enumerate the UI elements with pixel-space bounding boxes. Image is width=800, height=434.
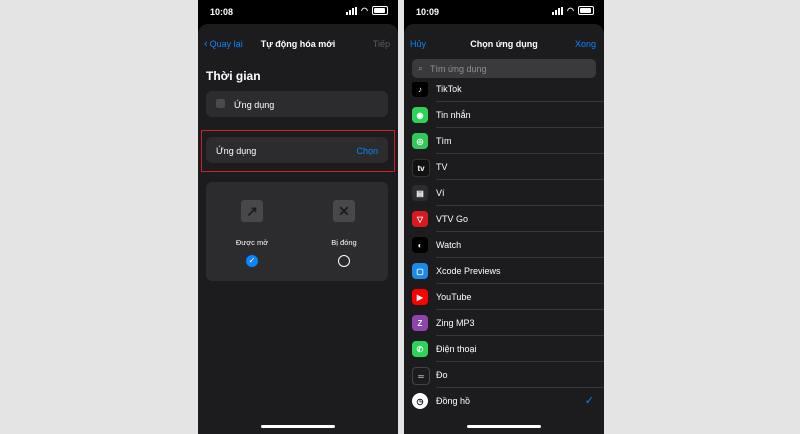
nav-bar: Hủy Chọn ứng dụng Xong [404,30,604,58]
xcode-previews-icon: ▢ [412,263,428,279]
list-item[interactable]: Z Zing MP3 [404,310,604,336]
trigger-app-label: Ứng dụng [234,100,275,110]
cellular-signal-icon [552,6,564,15]
find-my-icon: ◎ [412,133,428,149]
app-placeholder-icon [216,99,225,108]
home-indicator [467,425,541,428]
phone-screen-automation: 10:08 ◠ ‹ Quay lại Tự động hóa mới Tiếp … [198,0,398,434]
section-title: Thời gian [206,69,261,83]
search-placeholder: Tìm ứng dụng [430,64,487,74]
list-item[interactable]: ▢ Xcode Previews [404,258,604,284]
apple-tv-icon: tv [412,159,430,177]
measure-icon: ═ [412,367,430,385]
vtv-go-icon: ▽ [412,211,428,227]
watch-icon: ◐ [412,237,428,253]
done-button[interactable]: Xong [575,39,596,49]
radio-unchecked-icon[interactable] [338,255,350,267]
radio-checked-icon[interactable]: ✓ [246,255,258,267]
list-item[interactable]: ◎ Tìm [404,128,604,154]
app-picker-label: Ứng dụng [216,146,257,156]
wallet-icon: ▤ [412,185,428,201]
phone-icon: ✆ [412,341,428,357]
app-picker-row[interactable]: Ứng dụng Chọn [206,137,388,163]
list-item-selected[interactable]: ◷ Đồng hồ ✓ [404,388,604,414]
home-indicator [261,425,335,428]
next-button[interactable]: Tiếp [373,39,390,49]
list-item[interactable]: ✆ Điện thoại [404,336,604,362]
choose-button[interactable]: Chọn [356,146,378,156]
trigger-app-card[interactable]: Ứng dụng [206,91,388,117]
list-item[interactable]: ▶ YouTube [404,284,604,310]
state-label: Được mở [235,238,269,247]
list-item[interactable]: ◉ Tin nhắn [404,102,604,128]
checkmark-icon: ✓ [584,395,594,407]
search-icon: ⌕ [418,63,424,73]
status-time: 10:09 [416,7,440,17]
back-label: Quay lại [209,39,243,49]
cellular-signal-icon [346,6,358,15]
battery-icon [578,6,594,15]
list-item[interactable]: ▤ Ví [404,180,604,206]
battery-icon [372,6,388,15]
list-item[interactable]: tv TV [404,154,604,180]
app-list: ♪ TikTok ◉ Tin nhắn ◎ Tìm tv TV ▤ Ví ▽ V… [404,82,604,434]
list-item[interactable]: ♪ TikTok [404,82,604,102]
state-option-opened[interactable]: ↗ Được mở ✓ [222,200,282,267]
clock-icon: ◷ [412,393,428,409]
modal-sheet: Hủy Chọn ứng dụng Xong ⌕ Tìm ứng dụng ♪ … [404,24,604,434]
status-time: 10:08 [210,7,234,17]
wifi-icon: ◠ [567,5,574,15]
status-bar: 10:08 ◠ [198,0,398,22]
back-button[interactable]: ‹ Quay lại [204,37,243,50]
search-input[interactable]: ⌕ Tìm ứng dụng [412,59,596,78]
status-bar: 10:09 ◠ [404,0,604,22]
wifi-icon: ◠ [361,5,368,15]
list-item[interactable]: ◐ Watch [404,232,604,258]
zing-mp3-icon: Z [412,315,428,331]
tiktok-icon: ♪ [412,82,428,97]
arrow-up-right-icon: ↗ [241,200,263,222]
state-options-card: ↗ Được mở ✓ ✕ Bị đóng [206,182,388,281]
state-label: Bị đóng [331,238,357,247]
messages-icon: ◉ [412,107,428,123]
youtube-icon: ▶ [412,289,428,305]
phone-screen-choose-app: 10:09 ◠ Hủy Chọn ứng dụng Xong ⌕ Tìm ứng… [404,0,604,434]
list-item[interactable]: ═ Đo [404,362,604,388]
modal-sheet: ‹ Quay lại Tự động hóa mới Tiếp Thời gia… [198,24,398,434]
nav-bar: ‹ Quay lại Tự động hóa mới Tiếp [198,30,398,58]
x-icon: ✕ [333,200,355,222]
chevron-left-icon: ‹ [204,37,208,50]
state-option-closed[interactable]: ✕ Bị đóng [314,200,374,267]
cancel-button[interactable]: Hủy [410,39,426,49]
list-item[interactable]: ▽ VTV Go [404,206,604,232]
